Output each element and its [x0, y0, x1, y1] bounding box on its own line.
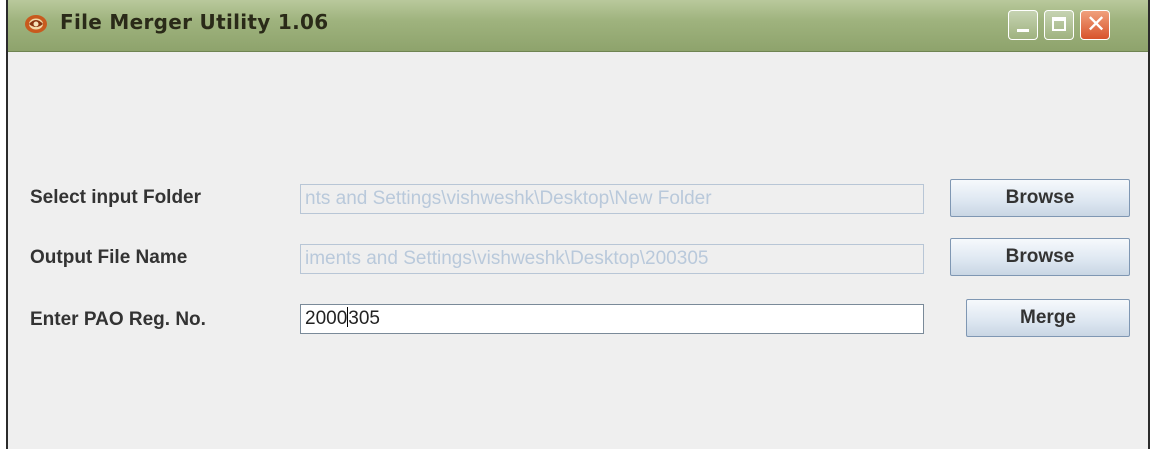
browse-input-button[interactable]: Browse — [950, 179, 1130, 217]
title-bar[interactable]: File Merger Utility 1.06 ✕ — [8, 0, 1148, 52]
app-window: File Merger Utility 1.06 ✕ Select input … — [6, 0, 1150, 449]
minimize-button[interactable] — [1008, 10, 1038, 40]
pao-reg-value-start: 2000 — [305, 308, 348, 329]
pao-reg-input[interactable]: 2000305 — [300, 304, 924, 334]
close-button[interactable]: ✕ — [1080, 10, 1110, 40]
minimize-icon — [1017, 29, 1029, 32]
browse-output-button[interactable]: Browse — [950, 238, 1130, 276]
maximize-button[interactable] — [1044, 10, 1074, 40]
app-icon — [25, 15, 47, 33]
pao-reg-value-end: 305 — [348, 308, 380, 329]
close-icon: ✕ — [1085, 10, 1107, 38]
output-file-field[interactable]: iments and Settings\vishweshk\Desktop\20… — [300, 244, 924, 274]
pao-reg-label: Enter PAO Reg. No. — [30, 309, 206, 330]
window-title: File Merger Utility 1.06 — [60, 10, 329, 34]
input-folder-field[interactable]: nts and Settings\vishweshk\Desktop\New F… — [300, 184, 924, 214]
input-folder-label: Select input Folder — [30, 187, 202, 208]
output-file-label: Output File Name — [30, 247, 188, 268]
merge-button[interactable]: Merge — [966, 299, 1130, 337]
maximize-icon — [1052, 17, 1066, 31]
